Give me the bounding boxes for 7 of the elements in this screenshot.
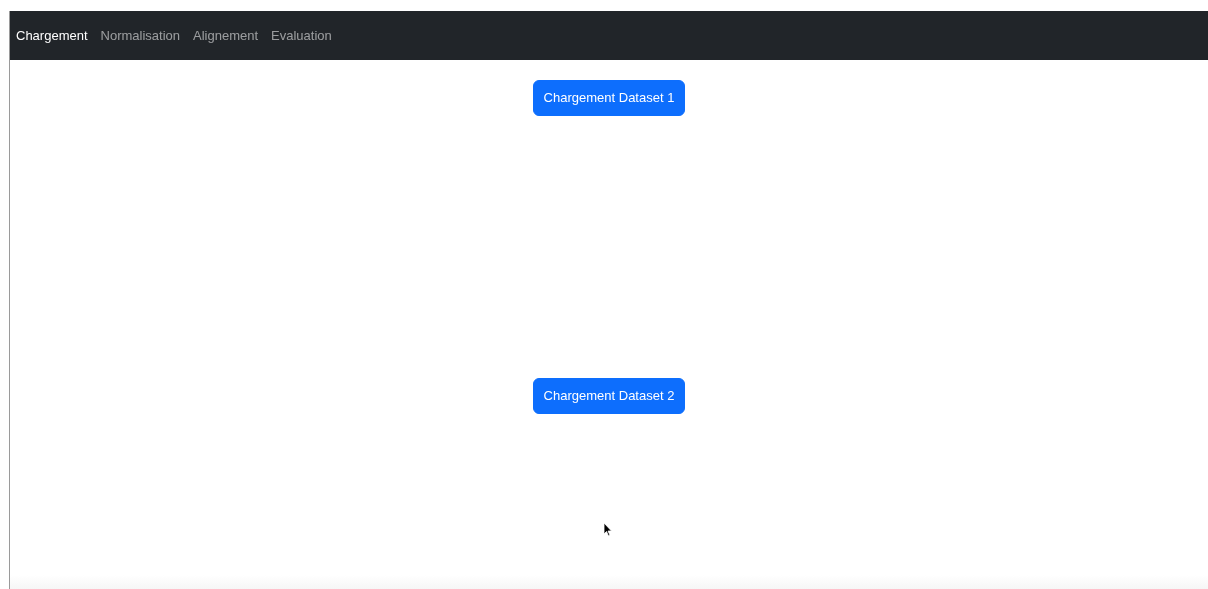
load-dataset-button[interactable]: Chargement Dataset 1 [532,80,686,116]
mouse-pointer-icon [603,522,613,537]
nav-tab[interactable]: Alignement [193,25,259,46]
load-dataset-button[interactable]: Chargement Dataset 2 [532,378,686,414]
nav-tab[interactable]: Evaluation [271,25,332,46]
nav-tab[interactable]: Chargement [16,25,88,46]
nav-tab[interactable]: Normalisation [100,25,181,46]
